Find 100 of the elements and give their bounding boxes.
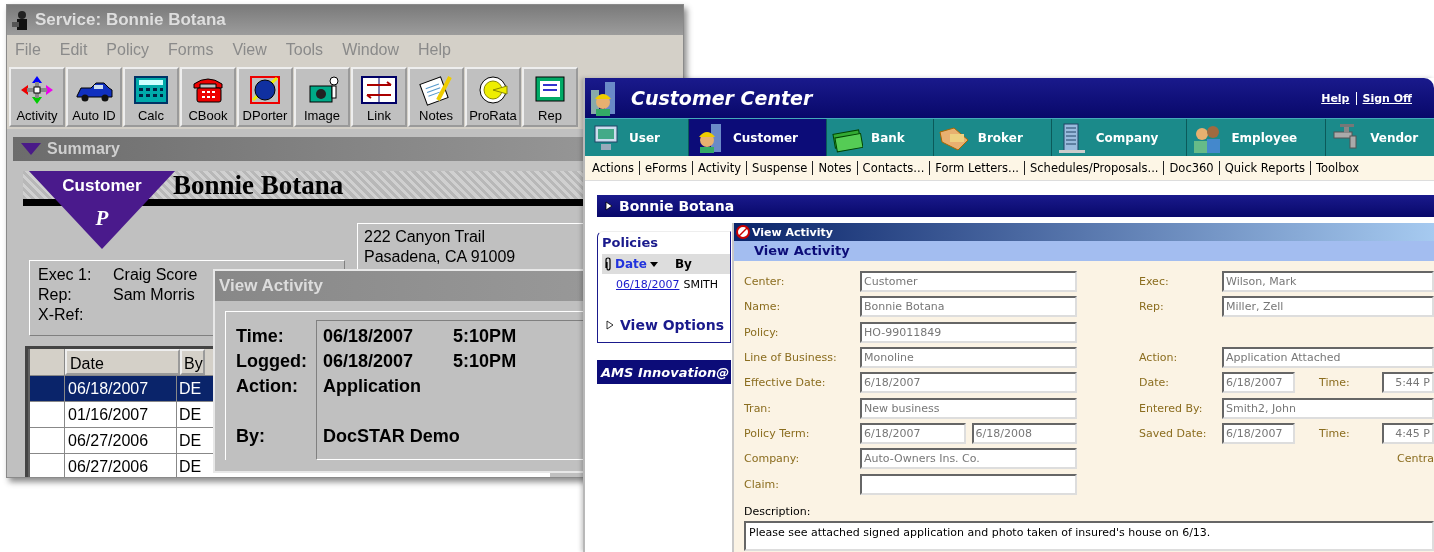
text-field[interactable] <box>860 473 1077 495</box>
badge-letter: P <box>95 206 109 231</box>
toolbar-button[interactable]: CBook <box>180 67 236 127</box>
text-field[interactable]: Auto-Owners Ins. Co. <box>860 448 1077 470</box>
column-header[interactable]: By <box>180 349 205 375</box>
app-title: Customer Center <box>631 87 813 109</box>
column-header[interactable]: Date <box>65 349 180 375</box>
action-link[interactable]: eForms <box>639 161 693 175</box>
action-link[interactable]: Activity <box>692 161 747 175</box>
description-field[interactable]: Please see attached signed application and photo taken of insured's house on 6/13. <box>744 520 1434 551</box>
tab-label: Customer <box>732 130 798 145</box>
field-label: Logged: <box>236 350 308 373</box>
field-label: Time: <box>1319 426 1351 440</box>
tab-label: Bank <box>871 130 905 145</box>
toolbar-button[interactable]: DPorter <box>237 67 293 127</box>
expand-arrow-icon[interactable] <box>606 320 614 330</box>
date-field[interactable]: 6/18/2007 <box>1222 422 1295 444</box>
text-field[interactable]: Smith2, John <box>1222 397 1434 419</box>
toolbar-button[interactable]: Calc <box>123 67 179 127</box>
column-header[interactable]: By <box>674 257 692 271</box>
field-label: Date: <box>1139 376 1170 390</box>
time-field[interactable]: 5:44 P <box>1382 372 1434 394</box>
date-link[interactable]: 06/18/2007 <box>616 278 680 291</box>
toolbar-button[interactable]: Rep <box>522 67 578 127</box>
action-link[interactable]: Form Letters... <box>929 161 1024 175</box>
tab-label: Vendor <box>1370 130 1419 145</box>
header-link[interactable]: Sign Off <box>1355 91 1418 105</box>
field-label: Entered By: <box>1139 401 1204 415</box>
field-label: Rep: <box>1139 300 1165 314</box>
dialog-title: View Activity <box>752 225 833 239</box>
toolbar-button[interactable]: Link <box>351 67 407 127</box>
field-label: Tran: <box>744 401 773 415</box>
table-cell: 06/27/2006 <box>65 454 177 477</box>
field-label: Claim: <box>744 477 780 491</box>
view-options-link[interactable]: View Options <box>620 317 725 333</box>
text-field[interactable]: Miller, Zell <box>1222 296 1434 318</box>
field-value: 5:10PM <box>453 325 517 348</box>
field-label: Policy Term: <box>744 426 811 440</box>
toolbar-button[interactable]: Notes <box>408 67 464 127</box>
dialog-title: View Activity <box>219 276 323 296</box>
field-label: Exec: <box>1139 275 1170 289</box>
text-field[interactable]: 6/18/2007 <box>860 422 966 444</box>
action-link[interactable]: Contacts... <box>856 161 930 175</box>
toolbar-button[interactable]: Activity <box>9 67 65 127</box>
book-icon <box>359 74 399 106</box>
field-label: Time: <box>1319 376 1351 390</box>
field-value: 5:10PM <box>453 350 517 373</box>
toolbar-button[interactable]: Image <box>294 67 350 127</box>
action-link[interactable]: Suspense <box>746 161 813 175</box>
caret-icon[interactable] <box>649 261 658 267</box>
action-link[interactable]: Quick Reports <box>1218 161 1310 175</box>
badge-label: Customer <box>62 176 142 196</box>
text-field[interactable]: Bonnie Botana <box>860 296 1077 318</box>
field-label: Action: <box>1139 351 1179 365</box>
action-link[interactable]: Toolbox <box>1309 161 1365 175</box>
text-field[interactable]: 6/18/2008 <box>971 422 1077 444</box>
text-field[interactable]: Application Attached <box>1222 347 1434 369</box>
action-link[interactable]: Notes <box>812 161 857 175</box>
date-field[interactable]: 6/18/2007 <box>1222 372 1295 394</box>
text-field[interactable]: HO-99011849 <box>860 321 1077 343</box>
window-title: Service: Bonnie Botana <box>35 10 226 30</box>
calculator-icon <box>131 74 171 106</box>
action-link[interactable]: Schedules/Proposals... <box>1024 161 1164 175</box>
field-value: DocSTAR Demo <box>323 425 460 448</box>
text-field[interactable]: Wilson, Mark <box>1222 271 1434 293</box>
tab-label: Broker <box>977 130 1023 145</box>
text-field[interactable]: Customer <box>860 271 1077 293</box>
info-label: X-Ref: <box>38 305 84 325</box>
info-value: Sam Morris <box>113 285 195 305</box>
time-field[interactable]: 4:45 P <box>1382 422 1434 444</box>
field-label: Action: <box>236 375 299 398</box>
nav-tab[interactable]: Customer <box>688 119 827 156</box>
table-cell: 06/18/2007 <box>65 376 177 401</box>
tab-label: User <box>629 130 660 145</box>
table-cell: SMITH <box>683 278 719 291</box>
table-cell-text: DE <box>178 431 202 451</box>
field-value: Application <box>323 375 421 398</box>
dialog-heading: View Activity <box>734 241 1434 261</box>
action-link[interactable]: Doc360 <box>1163 161 1219 175</box>
header-link[interactable]: Help <box>1315 91 1356 105</box>
address-line: Pasadena, CA 91009 <box>364 247 517 267</box>
stop-sign-icon <box>736 225 750 239</box>
table-cell-text: DE <box>178 457 202 477</box>
toolbar-button[interactable]: ProRata <box>465 67 521 127</box>
info-label: Rep: <box>38 285 72 305</box>
note-text: Centra <box>1396 452 1434 466</box>
field-label: Effective Date: <box>744 376 827 390</box>
expand-arrow-icon[interactable] <box>605 201 613 211</box>
field-value: 06/18/2007 <box>323 350 414 373</box>
toolbar-button[interactable]: Auto ID <box>66 67 122 127</box>
sort-column-header[interactable]: Date <box>615 257 647 271</box>
section-title: Summary <box>47 140 120 158</box>
field-label: Line of Business: <box>744 351 838 365</box>
field-label: Time: <box>236 325 285 348</box>
text-field[interactable]: 6/18/2007 <box>860 372 1077 394</box>
text-field[interactable]: Monoline <box>860 347 1077 369</box>
field-label: Name: <box>744 300 782 314</box>
text-field[interactable]: New business <box>860 397 1077 419</box>
info-label: Exec 1: <box>38 265 92 285</box>
table-cell-text: DE <box>178 405 202 425</box>
